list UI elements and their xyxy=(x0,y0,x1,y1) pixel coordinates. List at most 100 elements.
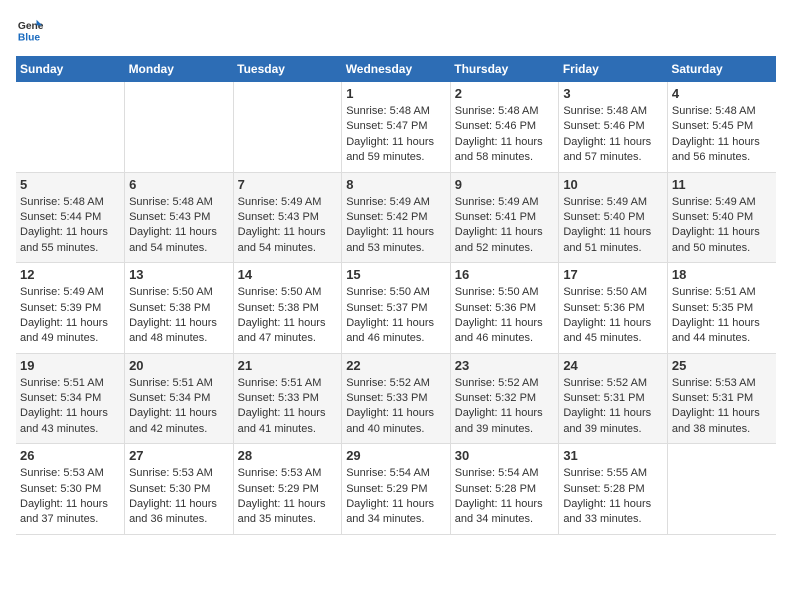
day-number: 29 xyxy=(346,448,446,463)
calendar-cell: 8 Sunrise: 5:49 AMSunset: 5:42 PMDaylight… xyxy=(342,172,451,263)
calendar-cell: 31Sunrise: 5:55 AMSunset: 5:28 PMDayligh… xyxy=(559,444,668,535)
day-info: Sunrise: 5:49 AMSunset: 5:41 PMDaylight:… xyxy=(455,195,555,257)
day-number: 13 xyxy=(129,267,229,282)
calendar-header: SundayMondayTuesdayWednesdayThursdayFrid… xyxy=(16,56,776,82)
calendar-cell: 18 Sunrise: 5:51 AMSunset: 5:35 PMDayligh… xyxy=(667,263,776,354)
calendar-cell: 6 Sunrise: 5:48 AMSunset: 5:43 PMDaylight… xyxy=(125,172,234,263)
day-info: Sunrise: 5:53 AMSunset: 5:30 PMDaylight:… xyxy=(129,466,229,528)
calendar-cell: 9Sunrise: 5:49 AMSunset: 5:41 PMDaylight… xyxy=(450,172,559,263)
day-info: Sunrise: 5:51 AMSunset: 5:34 PMDaylight:… xyxy=(129,376,229,438)
day-info: Sunrise: 5:48 AMSunset: 5:45 PMDaylight:… xyxy=(672,104,772,166)
day-number: 16 xyxy=(455,267,555,282)
day-number: 27 xyxy=(129,448,229,463)
day-number: 26 xyxy=(20,448,120,463)
day-number: 14 xyxy=(238,267,338,282)
day-info: Sunrise: 5:53 AMSunset: 5:29 PMDaylight:… xyxy=(238,466,338,528)
day-info: Sunrise: 5:55 AMSunset: 5:28 PMDaylight:… xyxy=(563,466,663,528)
calendar-cell: 19 Sunrise: 5:51 AMSunset: 5:34 PMDayligh… xyxy=(16,353,125,444)
day-number: 6 xyxy=(129,177,229,192)
calendar-cell: 10 Sunrise: 5:49 AMSunset: 5:40 PMDayligh… xyxy=(559,172,668,263)
day-info: Sunrise: 5:54 AMSunset: 5:28 PMDaylight:… xyxy=(455,466,555,528)
weekday-header-sunday: Sunday xyxy=(16,56,125,82)
weekday-header-friday: Friday xyxy=(559,56,668,82)
day-number: 15 xyxy=(346,267,446,282)
day-number: 11 xyxy=(672,177,772,192)
day-number: 18 xyxy=(672,267,772,282)
calendar-cell: 2Sunrise: 5:48 AMSunset: 5:46 PMDaylight… xyxy=(450,82,559,172)
calendar-cell: 16Sunrise: 5:50 AMSunset: 5:36 PMDayligh… xyxy=(450,263,559,354)
svg-text:Blue: Blue xyxy=(18,32,41,43)
calendar-cell: 20Sunrise: 5:51 AMSunset: 5:34 PMDayligh… xyxy=(125,353,234,444)
weekday-header-wednesday: Wednesday xyxy=(342,56,451,82)
day-number: 4 xyxy=(672,86,772,101)
day-info: Sunrise: 5:54 AMSunset: 5:29 PMDaylight:… xyxy=(346,466,446,528)
weekday-header-tuesday: Tuesday xyxy=(233,56,342,82)
calendar-cell: 27 Sunrise: 5:53 AMSunset: 5:30 PMDayligh… xyxy=(125,444,234,535)
day-info: Sunrise: 5:49 AMSunset: 5:42 PMDaylight:… xyxy=(346,195,446,257)
logo: General Blue xyxy=(16,16,48,44)
day-info: Sunrise: 5:49 AMSunset: 5:40 PMDaylight:… xyxy=(563,195,663,257)
day-number: 23 xyxy=(455,358,555,373)
weekday-header-thursday: Thursday xyxy=(450,56,559,82)
calendar-cell: 23Sunrise: 5:52 AMSunset: 5:32 PMDayligh… xyxy=(450,353,559,444)
calendar-cell: 21 Sunrise: 5:51 AMSunset: 5:33 PMDayligh… xyxy=(233,353,342,444)
calendar-cell: 17Sunrise: 5:50 AMSunset: 5:36 PMDayligh… xyxy=(559,263,668,354)
day-info: Sunrise: 5:48 AMSunset: 5:46 PMDaylight:… xyxy=(455,104,555,166)
calendar-cell: 12 Sunrise: 5:49 AMSunset: 5:39 PMDayligh… xyxy=(16,263,125,354)
calendar-cell xyxy=(125,82,234,172)
day-info: Sunrise: 5:49 AMSunset: 5:40 PMDaylight:… xyxy=(672,195,772,257)
day-info: Sunrise: 5:49 AMSunset: 5:43 PMDaylight:… xyxy=(238,195,338,257)
day-info: Sunrise: 5:48 AMSunset: 5:46 PMDaylight:… xyxy=(563,104,663,166)
logo-icon: General Blue xyxy=(16,16,44,44)
calendar-cell xyxy=(233,82,342,172)
calendar-cell: 15 Sunrise: 5:50 AMSunset: 5:37 PMDayligh… xyxy=(342,263,451,354)
calendar-table: SundayMondayTuesdayWednesdayThursdayFrid… xyxy=(16,56,776,535)
day-number: 3 xyxy=(563,86,663,101)
calendar-week-1: 1Sunrise: 5:48 AMSunset: 5:47 PMDaylight… xyxy=(16,82,776,172)
calendar-cell xyxy=(667,444,776,535)
day-number: 24 xyxy=(563,358,663,373)
calendar-cell: 29 Sunrise: 5:54 AMSunset: 5:29 PMDayligh… xyxy=(342,444,451,535)
day-info: Sunrise: 5:50 AMSunset: 5:37 PMDaylight:… xyxy=(346,285,446,347)
calendar-week-5: 26 Sunrise: 5:53 AMSunset: 5:30 PMDayligh… xyxy=(16,444,776,535)
day-number: 22 xyxy=(346,358,446,373)
calendar-cell: 11 Sunrise: 5:49 AMSunset: 5:40 PMDayligh… xyxy=(667,172,776,263)
calendar-week-3: 12 Sunrise: 5:49 AMSunset: 5:39 PMDayligh… xyxy=(16,263,776,354)
calendar-cell: 14 Sunrise: 5:50 AMSunset: 5:38 PMDayligh… xyxy=(233,263,342,354)
day-info: Sunrise: 5:53 AMSunset: 5:31 PMDaylight:… xyxy=(672,376,772,438)
day-number: 21 xyxy=(238,358,338,373)
day-info: Sunrise: 5:50 AMSunset: 5:38 PMDaylight:… xyxy=(129,285,229,347)
day-info: Sunrise: 5:48 AMSunset: 5:43 PMDaylight:… xyxy=(129,195,229,257)
calendar-cell: 25 Sunrise: 5:53 AMSunset: 5:31 PMDayligh… xyxy=(667,353,776,444)
calendar-cell: 1Sunrise: 5:48 AMSunset: 5:47 PMDaylight… xyxy=(342,82,451,172)
day-number: 12 xyxy=(20,267,120,282)
svg-text:General: General xyxy=(18,21,44,32)
page-header: General Blue xyxy=(16,16,776,44)
day-number: 10 xyxy=(563,177,663,192)
day-info: Sunrise: 5:49 AMSunset: 5:39 PMDaylight:… xyxy=(20,285,120,347)
day-info: Sunrise: 5:52 AMSunset: 5:31 PMDaylight:… xyxy=(563,376,663,438)
day-info: Sunrise: 5:50 AMSunset: 5:38 PMDaylight:… xyxy=(238,285,338,347)
day-number: 8 xyxy=(346,177,446,192)
day-info: Sunrise: 5:51 AMSunset: 5:33 PMDaylight:… xyxy=(238,376,338,438)
calendar-cell: 7 Sunrise: 5:49 AMSunset: 5:43 PMDaylight… xyxy=(233,172,342,263)
day-info: Sunrise: 5:51 AMSunset: 5:35 PMDaylight:… xyxy=(672,285,772,347)
day-number: 1 xyxy=(346,86,446,101)
day-number: 28 xyxy=(238,448,338,463)
calendar-cell: 22 Sunrise: 5:52 AMSunset: 5:33 PMDayligh… xyxy=(342,353,451,444)
calendar-cell: 5Sunrise: 5:48 AMSunset: 5:44 PMDaylight… xyxy=(16,172,125,263)
day-number: 25 xyxy=(672,358,772,373)
calendar-cell: 13 Sunrise: 5:50 AMSunset: 5:38 PMDayligh… xyxy=(125,263,234,354)
calendar-cell: 26 Sunrise: 5:53 AMSunset: 5:30 PMDayligh… xyxy=(16,444,125,535)
calendar-cell: 3 Sunrise: 5:48 AMSunset: 5:46 PMDaylight… xyxy=(559,82,668,172)
calendar-week-4: 19 Sunrise: 5:51 AMSunset: 5:34 PMDayligh… xyxy=(16,353,776,444)
day-number: 7 xyxy=(238,177,338,192)
day-info: Sunrise: 5:52 AMSunset: 5:33 PMDaylight:… xyxy=(346,376,446,438)
calendar-cell xyxy=(16,82,125,172)
calendar-cell: 24 Sunrise: 5:52 AMSunset: 5:31 PMDayligh… xyxy=(559,353,668,444)
calendar-week-2: 5Sunrise: 5:48 AMSunset: 5:44 PMDaylight… xyxy=(16,172,776,263)
day-number: 19 xyxy=(20,358,120,373)
day-info: Sunrise: 5:48 AMSunset: 5:44 PMDaylight:… xyxy=(20,195,120,257)
day-info: Sunrise: 5:53 AMSunset: 5:30 PMDaylight:… xyxy=(20,466,120,528)
day-info: Sunrise: 5:51 AMSunset: 5:34 PMDaylight:… xyxy=(20,376,120,438)
